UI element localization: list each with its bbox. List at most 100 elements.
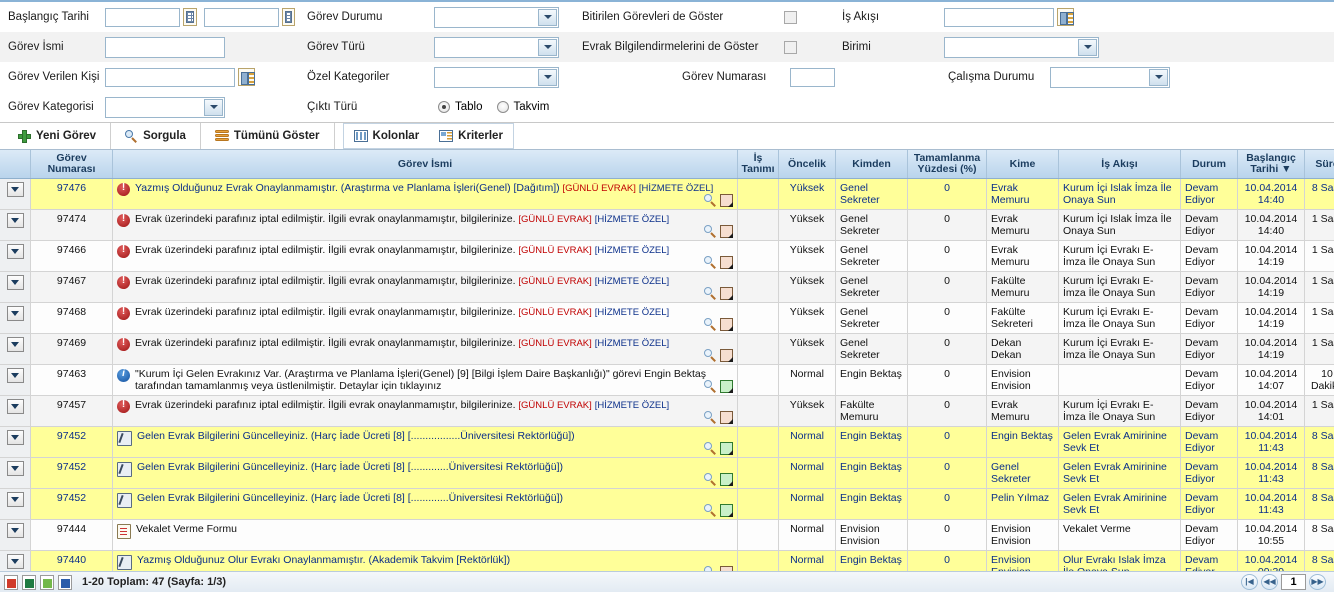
show-doc-info-checkbox[interactable] — [784, 40, 797, 54]
col-is-tanimi[interactable]: İş Tanımı — [737, 150, 779, 179]
first-page-button[interactable]: |◀ — [1241, 574, 1258, 590]
workflow-input[interactable] — [944, 7, 1054, 27]
assignee-lookup-icon[interactable] — [238, 68, 255, 86]
query-button[interactable]: Sorgula — [111, 123, 201, 149]
task-category-select[interactable] — [105, 96, 225, 118]
pdf-export-icon[interactable] — [4, 574, 18, 590]
criteria-button[interactable]: Kriterler — [429, 124, 513, 148]
show-all-button[interactable]: Tümünü Göster — [200, 123, 335, 149]
table-row[interactable]: 97463 "Kurum İçi Gelen Evrakınız Var. (Ar… — [0, 364, 1334, 396]
task-number-input[interactable] — [790, 67, 835, 87]
row-search-icon[interactable] — [704, 349, 717, 362]
table-row[interactable]: 97457 Evrak üzerindeki parafınız iptal ed… — [0, 395, 1334, 427]
output-type-table-radio[interactable]: Tablo — [438, 101, 483, 113]
row-preview-icon[interactable] — [720, 411, 733, 424]
row-expand-button[interactable] — [6, 337, 24, 352]
col-baslangic-tarihi[interactable]: Başlangıç Tarihi ▼ — [1237, 150, 1305, 179]
row-preview-icon[interactable] — [720, 442, 733, 455]
col-gorev-numarasi[interactable]: Görev Numarası — [30, 150, 113, 179]
row-expand-button[interactable] — [6, 244, 24, 259]
row-expand-button[interactable] — [6, 275, 24, 290]
assignee-input[interactable] — [105, 67, 235, 87]
col-tamamlanma[interactable]: Tamamlanma Yüzdesi (%) — [907, 150, 987, 179]
row-expand-button[interactable] — [6, 554, 24, 569]
row-search-icon[interactable] — [704, 411, 717, 424]
excel-export-icon[interactable] — [22, 574, 36, 590]
columns-button[interactable]: Kolonlar — [343, 124, 430, 148]
row-search-icon[interactable] — [704, 380, 717, 393]
col-kimden[interactable]: Kimden — [835, 150, 908, 179]
row-preview-icon[interactable] — [720, 287, 733, 300]
row-search-icon[interactable] — [704, 287, 717, 300]
row-expand-cell[interactable] — [0, 488, 31, 520]
row-preview-icon[interactable] — [720, 318, 733, 331]
row-preview-icon[interactable] — [720, 473, 733, 486]
row-search-icon[interactable] — [704, 504, 717, 517]
page-number-input[interactable]: 1 — [1281, 574, 1306, 590]
row-preview-icon[interactable] — [720, 194, 733, 207]
table-row[interactable]: 97468 Evrak üzerindeki parafınız iptal ed… — [0, 302, 1334, 334]
table-row[interactable]: 97452 Gelen Evrak Bilgilerini Güncelleyin… — [0, 426, 1334, 458]
table-row[interactable]: 97467 Evrak üzerindeki parafınız iptal ed… — [0, 271, 1334, 303]
row-expand-cell[interactable] — [0, 426, 31, 458]
row-expand-cell[interactable] — [0, 302, 31, 334]
task-status-select[interactable] — [434, 6, 559, 28]
row-expand-button[interactable] — [6, 461, 24, 476]
word-export-icon[interactable] — [58, 574, 72, 590]
row-expand-button[interactable] — [6, 368, 24, 383]
row-preview-icon[interactable] — [720, 380, 733, 393]
row-expand-button[interactable] — [6, 430, 24, 445]
table-row[interactable]: 97452 Gelen Evrak Bilgilerini Güncelleyin… — [0, 488, 1334, 520]
row-search-icon[interactable] — [704, 256, 717, 269]
col-is-akisi[interactable]: İş Akışı — [1058, 150, 1181, 179]
task-name-input[interactable] — [105, 36, 225, 58]
row-expand-cell[interactable] — [0, 519, 31, 551]
row-search-icon[interactable] — [704, 194, 717, 207]
row-expand-button[interactable] — [6, 306, 24, 321]
csv-export-icon[interactable] — [40, 574, 54, 590]
row-expand-button[interactable] — [6, 399, 24, 414]
col-gorev-ismi[interactable]: Görev İsmi — [112, 150, 738, 179]
table-row[interactable]: 97466 Evrak üzerindeki parafınız iptal ed… — [0, 240, 1334, 272]
col-oncelik[interactable]: Öncelik — [778, 150, 836, 179]
row-search-icon[interactable] — [704, 473, 717, 486]
row-expand-cell[interactable] — [0, 457, 31, 489]
row-expand-button[interactable] — [6, 492, 24, 507]
row-preview-icon[interactable] — [720, 349, 733, 362]
table-row[interactable]: 97476 Yazmış Olduğunuz Evrak Onaylanmamış… — [0, 178, 1334, 210]
new-task-button[interactable]: Yeni Görev — [4, 123, 112, 149]
workflow-lookup-icon[interactable] — [1057, 8, 1074, 26]
row-preview-icon[interactable] — [720, 256, 733, 269]
work-status-select[interactable] — [1050, 66, 1170, 88]
row-expand-cell[interactable] — [0, 271, 31, 303]
show-finished-checkbox[interactable] — [784, 10, 797, 24]
row-expand-cell[interactable] — [0, 364, 31, 396]
col-durum[interactable]: Durum — [1180, 150, 1238, 179]
row-expand-cell[interactable] — [0, 333, 31, 365]
table-row[interactable]: 97452 Gelen Evrak Bilgilerini Güncelleyin… — [0, 457, 1334, 489]
start-date-from-input[interactable] — [105, 7, 180, 27]
table-row[interactable]: 97444 Vekalet Verme Formu Normal Envision E… — [0, 519, 1334, 551]
task-type-select[interactable] — [434, 36, 559, 58]
col-kime[interactable]: Kime — [986, 150, 1059, 179]
row-expand-cell[interactable] — [0, 178, 31, 210]
next-page-button[interactable]: ▶▶ — [1309, 574, 1326, 590]
table-row[interactable]: 97474 Evrak üzerindeki parafınız iptal ed… — [0, 209, 1334, 241]
row-search-icon[interactable] — [704, 318, 717, 331]
table-row[interactable]: 97469 Evrak üzerindeki parafınız iptal ed… — [0, 333, 1334, 365]
output-type-calendar-radio[interactable]: Takvim — [496, 101, 549, 113]
table-row[interactable]: 97440 Yazmış Olduğunuz Olur Evrakı Onayla… — [0, 550, 1334, 571]
unit-select[interactable] — [944, 36, 1099, 58]
row-expand-cell[interactable] — [0, 209, 31, 241]
special-categories-select[interactable] — [434, 66, 559, 88]
prev-page-button[interactable]: ◀◀ — [1261, 574, 1278, 590]
row-search-icon[interactable] — [704, 225, 717, 238]
row-preview-icon[interactable] — [720, 504, 733, 517]
calendar-icon-to[interactable] — [281, 8, 295, 26]
row-expand-cell[interactable] — [0, 240, 31, 272]
row-search-icon[interactable] — [704, 566, 717, 571]
row-expand-button[interactable] — [6, 213, 24, 228]
calendar-icon-from[interactable] — [183, 8, 197, 26]
row-expand-cell[interactable] — [0, 550, 31, 571]
start-date-to-input[interactable] — [203, 7, 279, 27]
